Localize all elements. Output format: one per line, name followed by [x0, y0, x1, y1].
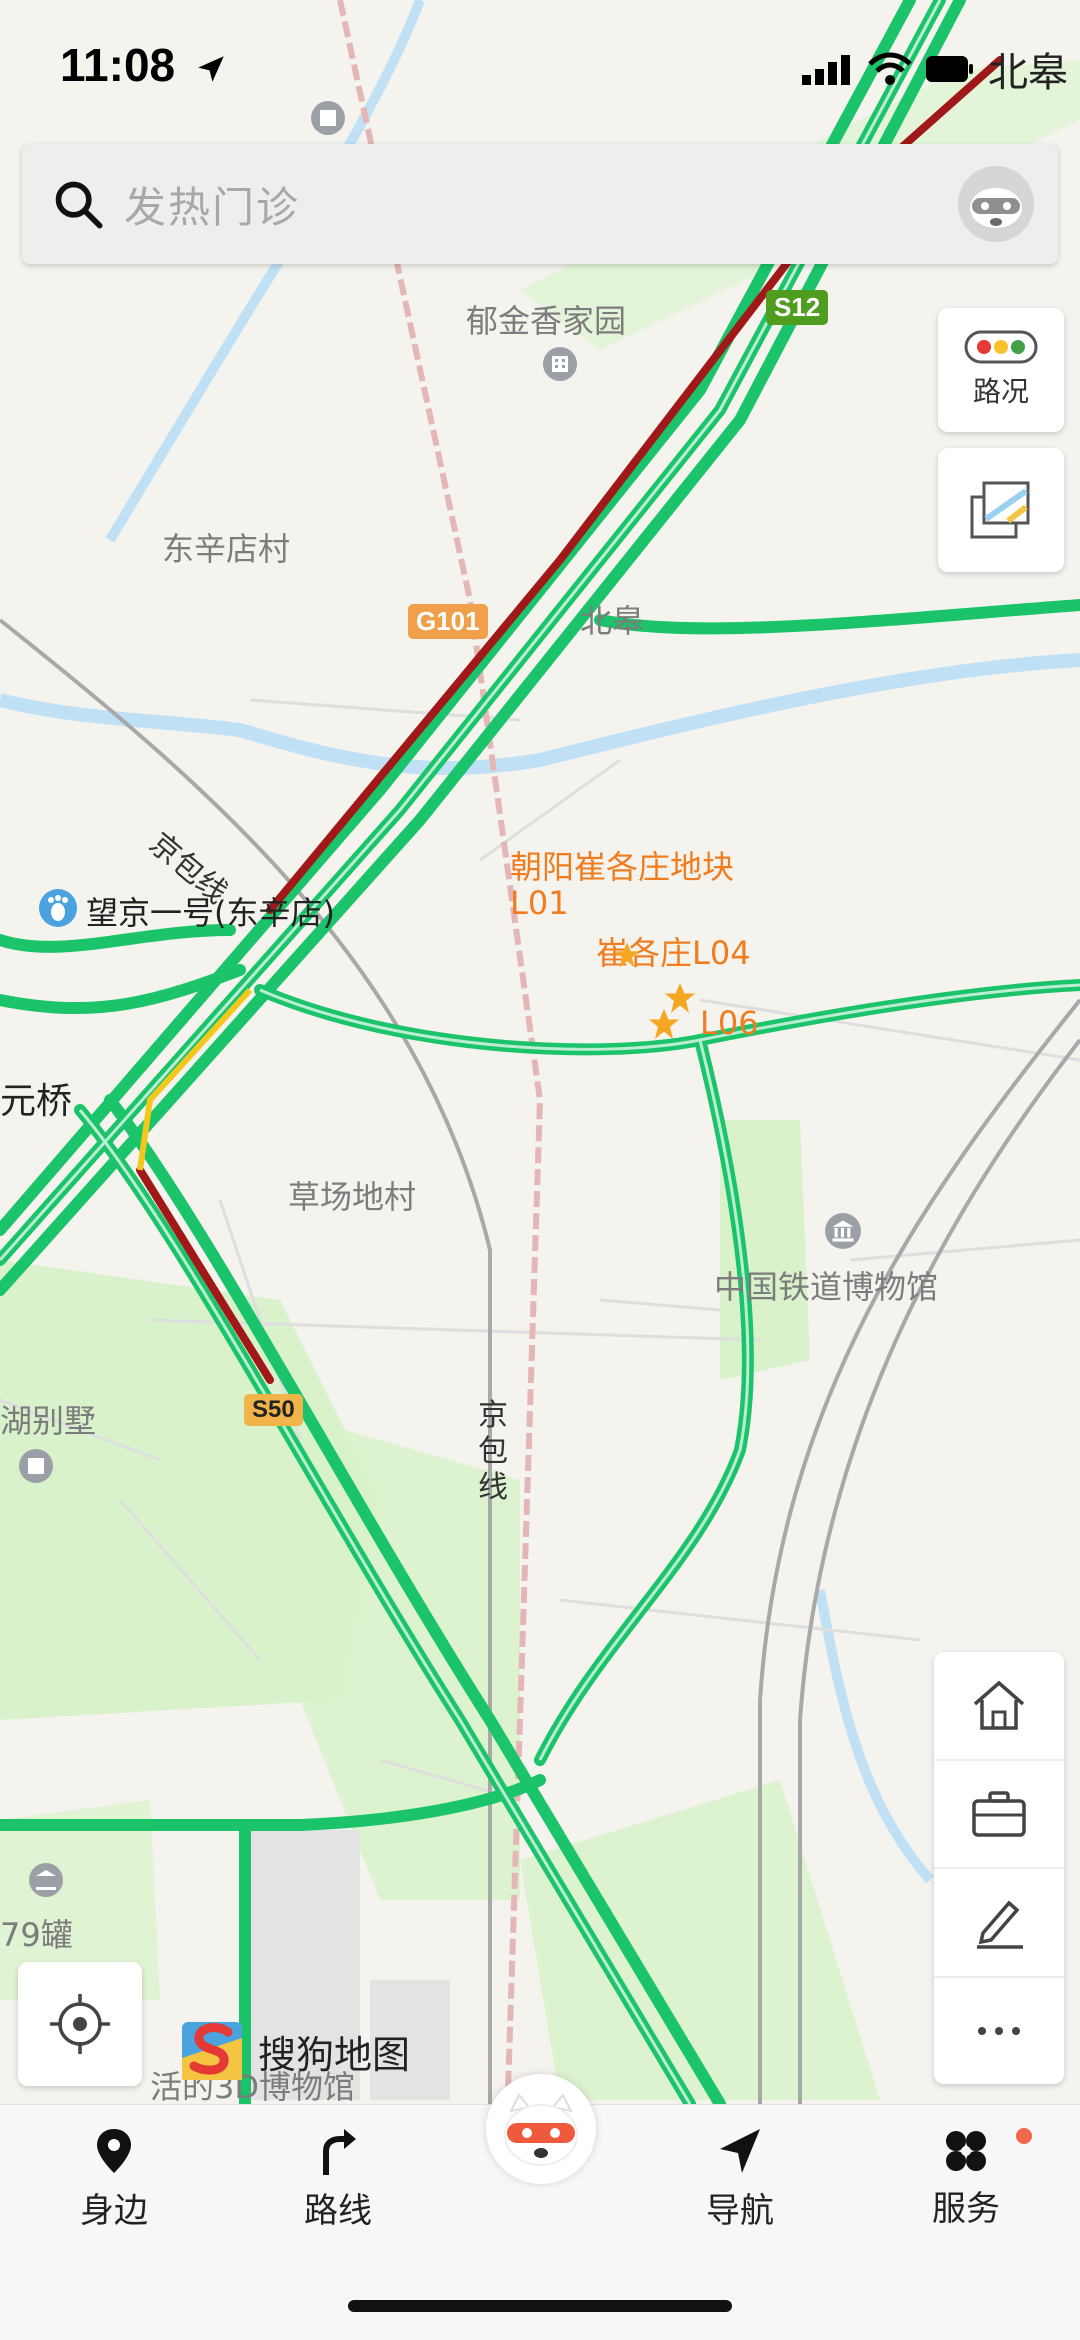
residence-icon-top — [311, 101, 345, 135]
residence-icon — [19, 1449, 53, 1483]
briefcase-icon — [972, 1791, 1026, 1837]
poi-label-yujinxiang[interactable]: 郁金香家园 — [466, 296, 626, 342]
home-shortcut-button[interactable] — [934, 1652, 1064, 1761]
wifi-icon — [868, 52, 912, 85]
tab-navigation-label: 导航 — [706, 2191, 774, 2231]
status-location-text: 北皋 — [988, 50, 1068, 96]
museum-icon-small — [29, 1863, 63, 1897]
traffic-label: 路况 — [972, 375, 1029, 408]
map-canvas[interactable] — [0, 0, 1080, 2339]
poi-label-railway-museum[interactable]: 中国铁道博物馆 — [714, 1262, 938, 1308]
poi-label-chaoyang-plot-line1[interactable]: 朝阳崔各庄地块 — [510, 842, 734, 888]
quick-tools-panel — [934, 1652, 1064, 2084]
tab-services-label: 服务 — [932, 2189, 1000, 2229]
tab-navigation[interactable]: 导航 — [660, 2127, 820, 2232]
status-time-text: 11:08 — [60, 39, 176, 91]
tab-nearby[interactable]: 身边 — [34, 2127, 194, 2232]
navigation-arrow-icon — [720, 2129, 760, 2173]
star-marker-icon[interactable] — [646, 1006, 682, 1042]
more-dots-icon — [978, 2026, 1020, 2035]
poi-label-beigao[interactable]: 北皋 — [580, 596, 644, 642]
work-shortcut-button[interactable] — [934, 1761, 1064, 1869]
status-indicators: 北皋 — [802, 40, 1068, 98]
residence-icon — [543, 347, 577, 381]
edit-pen-icon — [977, 1900, 1023, 1949]
poi-label-yuanqiao[interactable]: 元桥 — [0, 1072, 72, 1124]
map-layers-button[interactable] — [938, 448, 1064, 572]
poi-label-caochangdi[interactable]: 草场地村 — [288, 1172, 416, 1218]
star-marker-icon[interactable] — [612, 940, 642, 970]
search-bar[interactable]: 发热门诊 — [22, 144, 1058, 264]
brand-name: 搜狗地图 — [258, 2032, 411, 2077]
location-pin-icon — [97, 2129, 131, 2173]
home-indicator — [348, 2300, 732, 2312]
mascot-icon — [504, 2093, 578, 2166]
home-icon — [973, 1680, 1025, 1730]
voice-assistant-icon[interactable] — [954, 162, 1038, 246]
road-shield-g101: G101 — [408, 604, 488, 639]
my-location-button[interactable] — [18, 1962, 142, 2086]
traffic-light-icon — [964, 330, 1038, 364]
poi-label-chaoyang-plot-line2[interactable]: L01 — [510, 884, 569, 922]
traffic-toggle-button[interactable]: 路况 — [938, 308, 1064, 432]
edit-report-button[interactable] — [934, 1869, 1064, 1978]
tab-route-label: 路线 — [304, 2191, 372, 2231]
footprint-icon — [39, 889, 77, 927]
notification-dot — [1016, 2128, 1032, 2144]
signal-icon — [802, 55, 850, 85]
tab-nearby-label: 身边 — [80, 2191, 148, 2231]
tab-route[interactable]: 路线 — [258, 2127, 418, 2232]
layers-icon — [970, 481, 1030, 539]
sogou-map-logo-icon — [182, 2022, 242, 2080]
more-button[interactable] — [934, 1978, 1064, 2085]
poi-label-79-guan[interactable]: 79罐 — [0, 1910, 73, 1956]
battery-icon — [926, 56, 973, 82]
brand-watermark: 搜狗地图 — [180, 2018, 410, 2084]
road-shield-s50: S50 — [244, 1394, 303, 1426]
service-grid-icon — [946, 2131, 986, 2171]
poi-label-l06[interactable]: L06 — [700, 1004, 759, 1042]
status-time: 11:08 — [60, 38, 228, 92]
assistant-mascot-button[interactable] — [486, 2074, 596, 2184]
route-turn-icon — [323, 2129, 356, 2175]
rail-label-jingbao-2: 京包线 — [478, 1398, 508, 1505]
poi-label-wangjing[interactable]: 望京一号(东辛店) — [86, 888, 335, 934]
location-arrow-icon — [198, 56, 224, 82]
poi-label-hu-villa[interactable]: 湖别墅 — [0, 1396, 96, 1442]
road-shield-s12: S12 — [766, 290, 829, 325]
poi-label-dongxindian[interactable]: 东辛店村 — [162, 524, 290, 570]
museum-icon — [825, 1213, 861, 1249]
crosshair-icon — [50, 1994, 110, 2054]
search-placeholder: 发热门诊 — [124, 182, 301, 232]
search-icon — [55, 181, 103, 229]
